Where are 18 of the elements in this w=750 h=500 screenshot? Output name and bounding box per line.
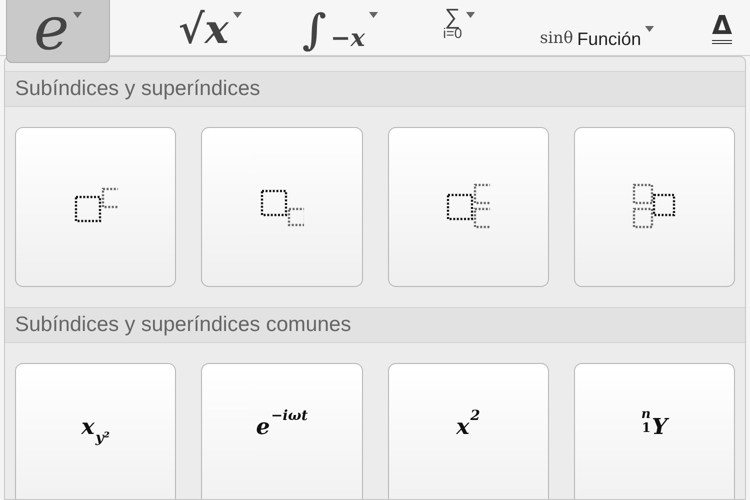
caret-icon — [645, 26, 654, 32]
equation-tool-button[interactable]: ∫−x — [280, 0, 400, 63]
caret-icon — [232, 12, 242, 18]
caret-icon — [466, 12, 476, 18]
section-header: Subíndices y superíndices — [5, 71, 745, 107]
caret-icon — [73, 12, 82, 18]
equation-template-button[interactable] — [574, 127, 735, 287]
placeholder-template-icon — [446, 183, 490, 231]
equation-template-button[interactable] — [15, 127, 176, 287]
equation-tool-button[interactable]: sinθ Función — [512, 0, 682, 63]
section-header: Subíndices y superíndices comunes — [5, 307, 745, 343]
placeholder-template-icon — [632, 183, 676, 231]
equation-tool-button[interactable]: ∑ i=0 — [414, 0, 504, 63]
equation-template-button[interactable] — [388, 127, 549, 287]
equation-tool-button[interactable]: e — [6, 0, 110, 63]
equation-tool-button[interactable]: √x — [150, 0, 270, 63]
caret-icon — [368, 12, 378, 18]
equation-template-button[interactable] — [201, 127, 362, 287]
